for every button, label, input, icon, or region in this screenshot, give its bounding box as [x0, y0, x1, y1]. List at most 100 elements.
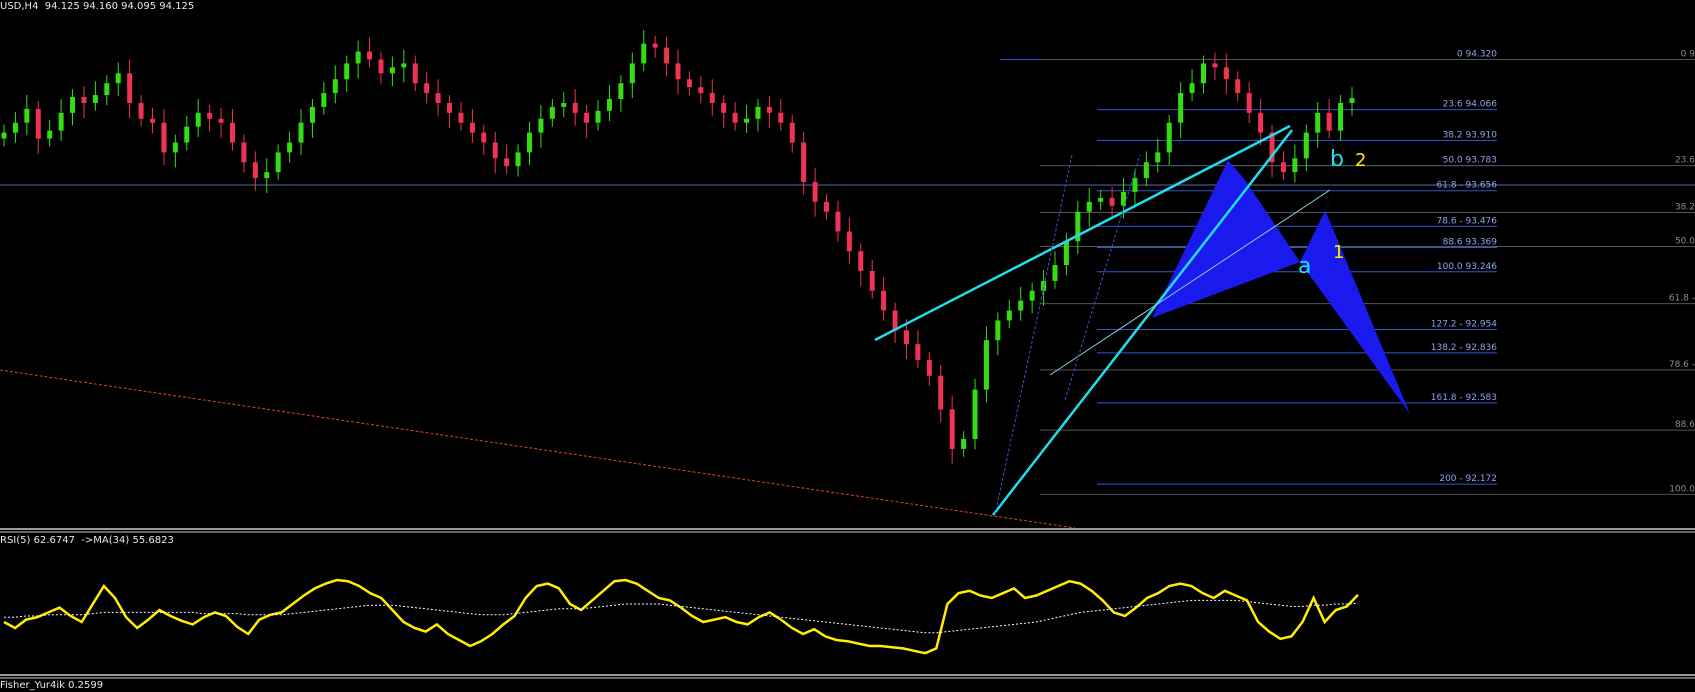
candle-body: [629, 63, 635, 84]
candle-body: [92, 95, 98, 103]
candle-body: [1029, 290, 1035, 301]
candle-body: [903, 330, 909, 345]
candle-body: [1166, 122, 1172, 153]
candle-body: [1235, 79, 1241, 94]
candle-body: [1223, 67, 1229, 80]
candle-body: [584, 112, 590, 123]
fib-label: 23.6 94.066: [1443, 100, 1498, 110]
candle-body: [332, 79, 338, 94]
candle-body: [949, 409, 955, 449]
candle-body: [447, 102, 453, 113]
candle-body: [241, 142, 247, 163]
candle-body: [869, 271, 875, 291]
candle-body: [115, 73, 121, 84]
candle-body: [926, 359, 932, 376]
candle-body: [1098, 197, 1104, 202]
candle-body: [1212, 63, 1218, 68]
candle-body: [938, 375, 944, 410]
candle-body: [915, 344, 921, 360]
pattern-triangle-xab: [1152, 160, 1300, 318]
fib-label: 88.6 93.369: [1443, 237, 1498, 247]
candle-body: [1178, 93, 1184, 123]
candle-body: [812, 182, 818, 202]
candle-body: [744, 118, 750, 123]
candle-body: [1315, 112, 1321, 133]
candle-body: [150, 118, 156, 123]
candle-body: [1018, 300, 1024, 311]
candle-body: [1258, 112, 1264, 133]
candle-body: [824, 201, 830, 212]
candle-body: [652, 43, 658, 48]
candle-body: [218, 118, 224, 123]
thin-trendline: [1049, 189, 1331, 376]
candle-body: [881, 290, 887, 311]
candle-body: [104, 83, 110, 96]
fib-fan-line: [1064, 154, 1141, 401]
candle-body: [595, 110, 601, 123]
candle-body: [35, 108, 41, 139]
wave-label-b: b: [1330, 147, 1344, 172]
wave-label-1: 1: [1333, 242, 1344, 263]
candle-body: [424, 83, 430, 94]
candle-body: [995, 320, 1001, 341]
candle-body: [709, 93, 715, 103]
candle-body: [1200, 63, 1206, 84]
candle-body: [229, 122, 235, 143]
candle-body: [298, 122, 304, 143]
candle-body: [252, 162, 258, 179]
candle-body: [1086, 201, 1092, 212]
fib-label-secondary: 78.6 -: [1669, 360, 1695, 370]
fib-label-secondary: 0 9: [1681, 49, 1695, 59]
candle-body: [858, 251, 864, 271]
channel-lower: [992, 129, 1293, 516]
fib-label: 127.2 - 92.954: [1431, 320, 1497, 330]
main-panel: [0, 184, 1695, 679]
candle-body: [195, 112, 201, 127]
candle-body: [1109, 197, 1115, 206]
fib-label: 200 - 92.172: [1439, 474, 1497, 484]
candle-body: [675, 63, 681, 80]
candle-body: [572, 102, 578, 113]
fisher-header: Fisher_Yur4ik 0.2599: [0, 680, 104, 691]
candle-body: [606, 99, 612, 111]
fib-label-secondary: 38.2: [1675, 202, 1695, 212]
candle-body: [961, 439, 967, 449]
candle-body: [207, 112, 213, 119]
trendline-red: [0, 369, 1076, 529]
candle-body: [504, 158, 510, 167]
candle-body: [492, 142, 498, 159]
candle-body: [127, 73, 133, 103]
candle-body: [12, 122, 18, 133]
candle-body: [561, 102, 567, 107]
main-header: USD,H4 94.125 94.160 94.095 94.125: [0, 1, 195, 12]
pattern-triangle-bcd: [1300, 180, 1410, 414]
candle-body: [846, 231, 852, 252]
wave-label-2: 2: [1355, 150, 1366, 171]
rsi-line: [3, 578, 1359, 655]
candle-body: [1303, 132, 1309, 159]
candle-body: [778, 112, 784, 123]
candle-body: [1189, 83, 1195, 94]
candle-body: [664, 47, 670, 64]
candle-body: [469, 122, 475, 133]
candle-body: [458, 112, 464, 123]
candle-body: [618, 83, 624, 100]
candle-body: [378, 59, 384, 74]
candle-body: [138, 102, 144, 119]
fib-label-secondary: 23.6: [1675, 156, 1695, 166]
candle-body: [24, 108, 30, 123]
candle-body: [1155, 152, 1161, 163]
candle-body: [515, 152, 521, 167]
candle-body: [1326, 112, 1332, 131]
candle-body: [412, 63, 418, 84]
fib-label: 0 94.320: [1457, 49, 1497, 59]
fib-label: 138.2 - 92.836: [1431, 343, 1497, 353]
candle-body: [275, 152, 281, 173]
candle-body: [389, 67, 395, 74]
candle-body: [355, 51, 361, 64]
candle-body: [287, 142, 293, 153]
candle-body: [526, 132, 532, 153]
candle-body: [755, 106, 761, 119]
candle-body: [549, 106, 555, 119]
candle-body: [983, 340, 989, 390]
